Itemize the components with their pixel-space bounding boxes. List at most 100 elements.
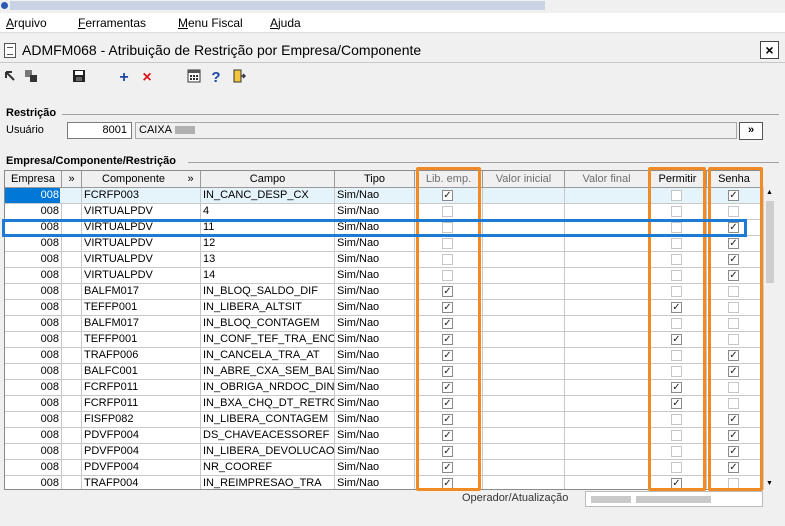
cell-valor-inicial[interactable]	[483, 252, 565, 268]
close-button[interactable]: ×	[760, 41, 779, 59]
cell-valor-inicial[interactable]	[483, 444, 565, 460]
cell-empresa[interactable]: 008	[5, 476, 62, 489]
cell-tipo[interactable]: Sim/Nao	[335, 460, 415, 476]
cell-valor-final[interactable]	[565, 300, 649, 316]
cell-campo[interactable]: IN_REIMPRESAO_TRA	[201, 476, 335, 489]
cell-componente[interactable]: TRAFP004	[82, 476, 201, 489]
menu-ferramentas[interactable]: Ferramentas	[78, 16, 146, 30]
cell-valor-final[interactable]	[565, 364, 649, 380]
cell-campo[interactable]: IN_ABRE_CXA_SEM_BAL	[201, 364, 335, 380]
cell-componente[interactable]: TEFFP001	[82, 332, 201, 348]
cell-campo[interactable]: NR_COOREF	[201, 460, 335, 476]
cell-componente[interactable]: BALFM017	[82, 316, 201, 332]
cell-empresa-spacer[interactable]	[60, 268, 82, 284]
col-header-valor-final[interactable]: Valor final	[565, 171, 649, 188]
cell-tipo[interactable]: Sim/Nao	[335, 236, 415, 252]
cell-componente[interactable]: FCRFP011	[82, 380, 201, 396]
cell-valor-inicial[interactable]	[483, 284, 565, 300]
cell-empresa-spacer[interactable]	[60, 252, 82, 268]
cell-valor-inicial[interactable]	[483, 460, 565, 476]
cell-campo[interactable]: IN_CONF_TEF_TRA_ENC	[201, 332, 335, 348]
cell-valor-final[interactable]	[565, 268, 649, 284]
cell-empresa-spacer[interactable]	[60, 236, 82, 252]
cell-empresa[interactable]: 008	[5, 188, 62, 204]
cell-valor-final[interactable]	[565, 412, 649, 428]
cell-empresa[interactable]: 008	[5, 412, 62, 428]
cell-valor-final[interactable]	[565, 476, 649, 489]
cell-empresa-spacer[interactable]	[60, 444, 82, 460]
cell-empresa[interactable]: 008	[5, 444, 62, 460]
cell-valor-inicial[interactable]	[483, 332, 565, 348]
cell-componente[interactable]: TEFFP001	[82, 300, 201, 316]
cell-campo[interactable]: IN_LIBERA_DEVOLUCAO	[201, 444, 335, 460]
cell-componente[interactable]: FCRFP003	[82, 188, 201, 204]
cell-componente[interactable]: TRAFP006	[82, 348, 201, 364]
cell-tipo[interactable]: Sim/Nao	[335, 380, 415, 396]
cell-componente[interactable]: BALFC001	[82, 364, 201, 380]
cell-componente[interactable]: VIRTUALPDV	[82, 236, 201, 252]
cell-valor-inicial[interactable]	[483, 428, 565, 444]
cell-valor-final[interactable]	[565, 460, 649, 476]
exit-door-icon[interactable]	[230, 69, 248, 87]
cell-valor-inicial[interactable]	[483, 204, 565, 220]
cell-empresa-spacer[interactable]	[60, 188, 82, 204]
cell-valor-final[interactable]	[565, 348, 649, 364]
cell-campo[interactable]: IN_BLOQ_SALDO_DIF	[201, 284, 335, 300]
cell-tipo[interactable]: Sim/Nao	[335, 316, 415, 332]
cell-empresa[interactable]: 008	[5, 348, 62, 364]
col-header-tipo[interactable]: Tipo	[335, 171, 415, 188]
cell-empresa-spacer[interactable]	[60, 348, 82, 364]
cell-empresa-spacer[interactable]	[60, 300, 82, 316]
cell-campo[interactable]: 4	[201, 204, 335, 220]
cell-empresa-spacer[interactable]	[60, 332, 82, 348]
menu-arquivo[interactable]: Arquivo	[6, 16, 47, 30]
cell-tipo[interactable]: Sim/Nao	[335, 428, 415, 444]
cell-tipo[interactable]: Sim/Nao	[335, 188, 415, 204]
scroll-thumb[interactable]	[766, 201, 774, 283]
cell-empresa[interactable]: 008	[5, 236, 62, 252]
cell-campo[interactable]: 13	[201, 252, 335, 268]
cell-empresa-spacer[interactable]	[60, 460, 82, 476]
cell-campo[interactable]: IN_CANCELA_TRA_AT	[201, 348, 335, 364]
save-icon[interactable]	[70, 69, 88, 87]
cell-campo[interactable]: IN_BLOQ_CONTAGEM	[201, 316, 335, 332]
user-code-field[interactable]: 8001	[67, 122, 132, 139]
cell-campo[interactable]: IN_LIBERA_CONTAGEM	[201, 412, 335, 428]
cell-tipo[interactable]: Sim/Nao	[335, 412, 415, 428]
cell-empresa[interactable]: 008	[5, 252, 62, 268]
cell-campo[interactable]: IN_LIBERA_ALTSIT	[201, 300, 335, 316]
cell-tipo[interactable]: Sim/Nao	[335, 300, 415, 316]
cell-empresa[interactable]: 008	[5, 316, 62, 332]
add-icon[interactable]: +	[115, 69, 133, 87]
cell-valor-final[interactable]	[565, 252, 649, 268]
cell-empresa-spacer[interactable]	[60, 396, 82, 412]
calculator-icon[interactable]	[185, 69, 203, 87]
menu-fiscal[interactable]: Menu Fiscal	[178, 16, 243, 30]
cell-valor-inicial[interactable]	[483, 348, 565, 364]
cell-empresa-spacer[interactable]	[60, 380, 82, 396]
cell-valor-inicial[interactable]	[483, 188, 565, 204]
col-header-campo[interactable]: Campo	[201, 171, 335, 188]
col-header-empresa[interactable]: Empresa	[5, 171, 62, 188]
cell-tipo[interactable]: Sim/Nao	[335, 204, 415, 220]
cell-valor-inicial[interactable]	[483, 268, 565, 284]
help-icon[interactable]: ?	[207, 69, 225, 87]
col-header-valor-inicial[interactable]: Valor inicial	[483, 171, 565, 188]
cell-empresa[interactable]: 008	[5, 396, 62, 412]
cell-valor-inicial[interactable]	[483, 300, 565, 316]
cell-tipo[interactable]: Sim/Nao	[335, 284, 415, 300]
componente-sort-button[interactable]: »	[181, 171, 201, 188]
grid-vertical-scrollbar[interactable]: ▲ ▼	[763, 187, 775, 490]
cell-empresa[interactable]: 008	[5, 380, 62, 396]
cell-valor-inicial[interactable]	[483, 396, 565, 412]
cell-empresa-spacer[interactable]	[60, 412, 82, 428]
cell-empresa[interactable]: 008	[5, 364, 62, 380]
cell-valor-final[interactable]	[565, 236, 649, 252]
cell-empresa[interactable]: 008	[5, 204, 62, 220]
cell-campo[interactable]: IN_BXA_CHQ_DT_RETRO	[201, 396, 335, 412]
cell-componente[interactable]: VIRTUALPDV	[82, 204, 201, 220]
cell-valor-inicial[interactable]	[483, 380, 565, 396]
cell-campo[interactable]: IN_OBRIGA_NRDOC_DIN	[201, 380, 335, 396]
windows-icon[interactable]	[22, 69, 40, 87]
cell-componente[interactable]: FISFP082	[82, 412, 201, 428]
